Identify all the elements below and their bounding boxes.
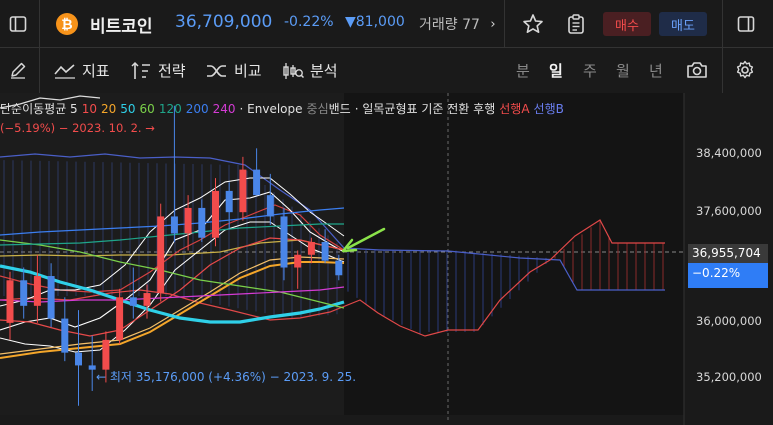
indicator-legend: 단순이동평균 5 10 20 50 60 120 200 240 · Envelope 중심밴드 ·…: [0, 100, 568, 117]
y-axis-label: 38,400,000: [696, 146, 762, 160]
buy-button[interactable]: 매수: [603, 12, 651, 36]
ma240-legend: 240: [212, 102, 236, 116]
ma200-legend: 200: [185, 102, 209, 116]
pencil-icon[interactable]: [6, 58, 30, 82]
candle-body[interactable]: [225, 190, 233, 213]
ma10-legend: 10: [81, 102, 97, 116]
star-icon[interactable]: [520, 11, 546, 37]
coin-title[interactable]: 비트코인: [90, 12, 153, 37]
span-b-legend: 선행B: [533, 102, 564, 116]
candle-body[interactable]: [307, 241, 315, 255]
period-month[interactable]: 월: [616, 60, 630, 81]
divider: [504, 0, 505, 48]
camera-icon[interactable]: [684, 58, 710, 82]
candle-body[interactable]: [143, 293, 151, 306]
candle-body[interactable]: [47, 276, 55, 319]
band-legend: 밴드: [328, 102, 351, 116]
indicator-icon: [54, 63, 75, 79]
bitcoin-icon: ₿: [56, 13, 78, 35]
candle-body[interactable]: [321, 241, 329, 261]
gear-icon[interactable]: [733, 58, 757, 82]
candle-body[interactable]: [157, 216, 165, 294]
candle-body[interactable]: [6, 280, 14, 323]
chart-toolbar: 지표 전략 비교 분석 분 일 주 월 년: [0, 48, 773, 93]
compare-label: 비교: [234, 62, 262, 80]
sidebar-toggle-icon[interactable]: [6, 12, 30, 36]
candle-body[interactable]: [116, 297, 124, 340]
change-amount: ▼81,000: [345, 14, 405, 30]
analysis-button[interactable]: 분석: [282, 60, 338, 81]
period-week[interactable]: 주: [583, 60, 597, 81]
y-axis-label: 35,200,000: [696, 370, 762, 384]
high-annotation: (−5.19%) − 2023. 10. 2. →: [0, 121, 155, 135]
strategy-label: 전략: [158, 62, 186, 80]
top-bar: ₿ 비트코인 36,709,000 -0.22% ▼81,000 거래량 77 …: [0, 0, 773, 48]
indicator-button[interactable]: 지표: [54, 60, 110, 81]
envelope-legend[interactable]: · Envelope: [240, 102, 303, 116]
candle-body[interactable]: [212, 190, 219, 238]
candle-body[interactable]: [75, 352, 82, 366]
period-minute[interactable]: 분: [516, 60, 530, 81]
divider: [39, 48, 40, 93]
clipboard-icon[interactable]: [563, 11, 589, 37]
candle-body[interactable]: [33, 276, 41, 306]
candle-body[interactable]: [102, 339, 110, 370]
volume-label: 거래량 77: [419, 17, 480, 33]
candle-body[interactable]: [20, 280, 28, 306]
chevron-right-icon[interactable]: ›: [486, 14, 500, 34]
candle-body[interactable]: [129, 297, 137, 306]
panel-icon[interactable]: [734, 12, 758, 36]
candle-body[interactable]: [280, 216, 288, 268]
candle-body[interactable]: [253, 169, 261, 196]
current-price: 36,709,000: [175, 12, 273, 32]
compare-icon: [207, 64, 226, 77]
low-annotation: ← 최저 35,176,000 (+4.36%) − 2023. 9. 25.: [96, 370, 357, 384]
ichimoku-legend[interactable]: · 일목균형표 기준 전환 후행: [355, 102, 496, 116]
center-legend: 중심: [306, 102, 329, 116]
future-area: [344, 93, 684, 415]
analysis-label: 분석: [310, 62, 338, 80]
analysis-icon: [283, 62, 304, 79]
ma-legend-label[interactable]: 단순이동평균 5: [0, 102, 78, 116]
span-a-legend: 선행A: [499, 102, 530, 116]
divider: [722, 48, 723, 93]
divider: [722, 0, 723, 48]
candle-body[interactable]: [170, 216, 178, 234]
current-price-tag: 36,955,704 −0.22%: [688, 244, 768, 288]
candle-body[interactable]: [266, 195, 274, 217]
change-percent: -0.22%: [284, 14, 334, 30]
candle-body[interactable]: [294, 254, 302, 268]
candle-body[interactable]: [88, 365, 96, 370]
sell-button[interactable]: 매도: [659, 12, 707, 36]
ma50-legend: 50: [120, 102, 136, 116]
ma60-legend: 60: [139, 102, 155, 116]
ma20-legend: 20: [100, 102, 117, 116]
period-day[interactable]: 일: [549, 60, 563, 81]
strategy-icon: [131, 61, 150, 79]
period-year[interactable]: 년: [649, 60, 663, 81]
divider: [39, 0, 40, 48]
strategy-button[interactable]: 전략: [130, 60, 186, 81]
y-axis-label: 36,000,000: [696, 314, 762, 328]
ma120-legend: 120: [158, 102, 182, 116]
candle-body[interactable]: [184, 207, 192, 234]
current-price-value: 36,955,704: [688, 244, 768, 263]
current-price-pct: −0.22%: [692, 266, 741, 280]
candle-body[interactable]: [61, 318, 69, 353]
candle-body[interactable]: [335, 260, 343, 276]
y-axis-label: 37,600,000: [696, 204, 762, 218]
candle-body[interactable]: [198, 207, 206, 238]
candle-body[interactable]: [239, 169, 247, 213]
indicator-label: 지표: [82, 62, 110, 80]
compare-button[interactable]: 비교: [206, 60, 262, 81]
